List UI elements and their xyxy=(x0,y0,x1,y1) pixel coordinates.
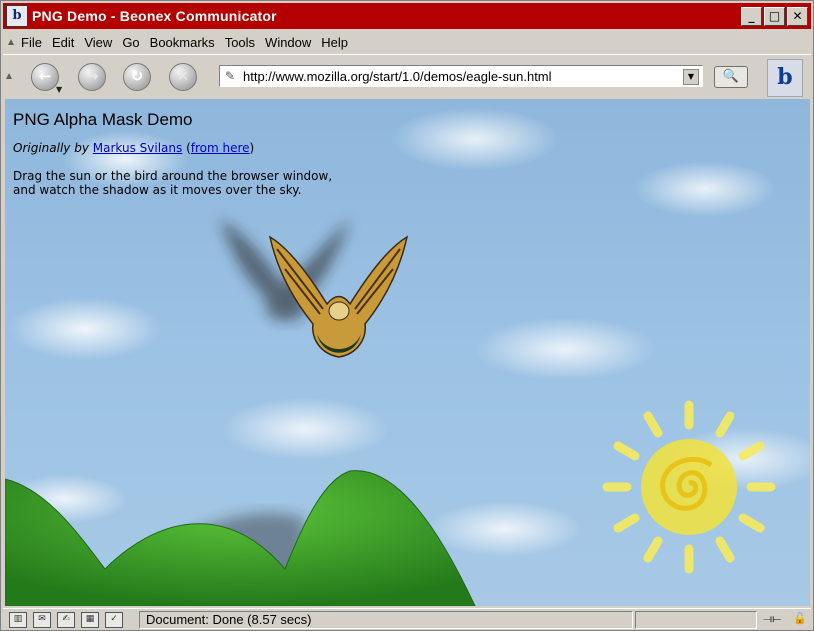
stop-button[interactable]: ✕ xyxy=(169,63,197,91)
menu-view[interactable]: View xyxy=(84,35,112,50)
toolbar-grip-icon[interactable] xyxy=(7,35,15,49)
byline: Originally by Markus Svilans (from here) xyxy=(13,141,255,155)
back-dropdown-icon[interactable]: ▼ xyxy=(56,85,62,94)
online-icon[interactable]: ⟞⟝ xyxy=(763,612,781,626)
url-input[interactable] xyxy=(243,68,683,84)
author-link[interactable]: Markus Svilans xyxy=(93,141,183,155)
page-title: PNG Alpha Mask Demo xyxy=(13,110,193,129)
reload-button[interactable]: ↻ xyxy=(123,63,151,91)
url-dropdown-icon[interactable]: ▼ xyxy=(683,69,699,85)
maximize-button[interactable]: □ xyxy=(764,6,785,26)
security-lock-icon[interactable]: 🔓 xyxy=(793,612,807,625)
menu-tools[interactable]: Tools xyxy=(225,35,255,50)
window-controls: _ □ ✕ xyxy=(741,6,808,26)
close-button[interactable]: ✕ xyxy=(787,6,808,26)
minimize-button[interactable]: _ xyxy=(741,6,762,26)
window-title: PNG Demo - Beonex Communicator xyxy=(32,8,277,24)
menu-bookmarks[interactable]: Bookmarks xyxy=(150,35,215,50)
instructions-text: Drag the sun or the bird around the brow… xyxy=(13,169,373,197)
status-bar: ▥ ✉ ✍ ▦ ✓ Document: Done (8.57 secs) ⟞⟝ … xyxy=(3,608,811,631)
instructions-line-1: Drag the sun or the bird around the brow… xyxy=(13,169,333,183)
browser-window: b PNG Demo - Beonex Communicator _ □ ✕ F… xyxy=(0,0,814,631)
toolbar-grip-icon[interactable] xyxy=(5,69,13,83)
sun-image[interactable] xyxy=(602,400,776,574)
source-link[interactable]: from here xyxy=(191,141,250,155)
back-button[interactable]: ← xyxy=(31,63,59,91)
menu-go[interactable]: Go xyxy=(122,35,139,50)
menu-file[interactable]: File xyxy=(21,35,42,50)
instructions-line-2: and watch the shadow as it moves over th… xyxy=(13,183,302,197)
hills-image xyxy=(5,470,476,606)
title-bar[interactable]: b PNG Demo - Beonex Communicator _ □ ✕ xyxy=(3,3,811,29)
progress-panel xyxy=(635,611,757,629)
address-book-icon[interactable]: ▦ xyxy=(81,612,99,628)
menu-edit[interactable]: Edit xyxy=(52,35,74,50)
byline-prefix: Originally by xyxy=(13,141,89,155)
menu-bar: File Edit View Go Bookmarks Tools Window… xyxy=(3,31,811,53)
menu-help[interactable]: Help xyxy=(321,35,348,50)
throbber-logo[interactable]: b xyxy=(767,59,803,97)
page-content: PNG Alpha Mask Demo Originally by Markus… xyxy=(5,99,810,606)
compose-icon[interactable]: ✍ xyxy=(57,612,75,628)
status-text: Document: Done (8.57 secs) xyxy=(139,611,633,629)
page-proxy-icon[interactable]: ✎ xyxy=(225,69,239,83)
app-icon: b xyxy=(6,5,28,27)
composer-icon[interactable]: ✓ xyxy=(105,612,123,628)
mail-icon[interactable]: ✉ xyxy=(33,612,51,628)
url-bar[interactable]: ✎ ▼ xyxy=(219,65,703,87)
menu-window[interactable]: Window xyxy=(265,35,311,50)
search-button[interactable]: 🔍 xyxy=(714,66,748,88)
sidebar-toggle-icon[interactable]: ▥ xyxy=(9,612,27,628)
navigation-toolbar: ← ▼ → ↻ ✕ ✎ ▼ 🔍 b xyxy=(3,54,811,98)
forward-button[interactable]: → xyxy=(78,63,106,91)
